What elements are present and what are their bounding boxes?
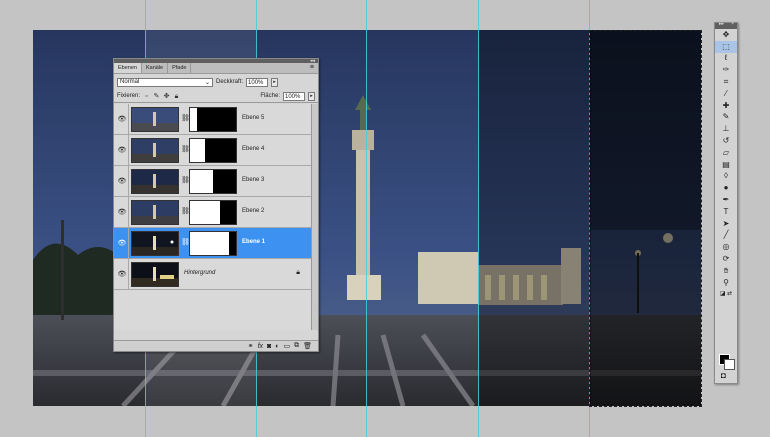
chevron-down-icon: ⌄ (204, 79, 210, 86)
new-layer-icon[interactable]: ⧉ (294, 342, 299, 350)
layer-thumbnail (131, 169, 179, 194)
crop-tool-icon[interactable]: ⌗ (715, 76, 737, 88)
tools-panel: ▸▸ × ✥ ⬚ ℓ ✑ ⌗ ⁄ ✚ ✎ ⊥ ↺ ▱ ▤ ◊ ● ✒ T ➤ ╱ … (714, 21, 738, 384)
eye-icon[interactable]: 👁︎ (116, 166, 129, 196)
layer-thumbnail (131, 262, 179, 287)
background-color-swatch[interactable] (724, 359, 735, 370)
brush-tool-icon[interactable]: ✎ (715, 112, 737, 124)
eye-icon[interactable]: 👁︎ (116, 135, 129, 165)
guide-line[interactable] (366, 0, 367, 437)
layer-row[interactable]: 👁︎ ⛓︎ Ebene 4 (114, 135, 318, 166)
tools-titlebar[interactable]: ▸▸ × (715, 21, 737, 29)
layer-row[interactable]: 👁︎ ⛓︎ Ebene 5 (114, 104, 318, 135)
default-colors-icon[interactable]: ◪ ⇄ (715, 289, 737, 301)
trash-icon[interactable]: 🗑︎ (303, 342, 312, 350)
mask-fill (190, 232, 230, 255)
blend-mode-select[interactable]: Normal ⌄ (117, 77, 213, 87)
eye-icon[interactable]: 👁︎ (116, 197, 129, 227)
mask-icon[interactable]: ◙ (267, 343, 271, 350)
layer-name[interactable]: Ebene 2 (242, 208, 264, 214)
layer-mask-thumbnail[interactable] (189, 231, 237, 256)
layer-name[interactable]: Ebene 1 (242, 239, 265, 245)
collapse-icon[interactable]: ▸▸ (719, 21, 724, 27)
layer-thumbnail (131, 231, 179, 256)
guide-line[interactable] (478, 0, 479, 437)
lock-label: Fixieren: (117, 93, 141, 99)
layer-thumbnail (131, 200, 179, 225)
zoom-tool-icon[interactable]: ⚲ (715, 277, 737, 289)
opacity-slider-button[interactable]: ▸ (271, 77, 279, 87)
mask-fill (190, 139, 206, 162)
panel-tabs: Ebenen Kanäle Pfade ≡ (114, 63, 318, 74)
layer-mask-thumbnail[interactable] (189, 107, 237, 132)
path-select-tool-icon[interactable]: ➤ (715, 218, 737, 230)
fill-slider-button[interactable]: ▸ (308, 91, 315, 101)
opacity-input[interactable]: 100% (246, 77, 269, 87)
blur-tool-icon[interactable]: ◊ (715, 171, 737, 183)
healing-tool-icon[interactable]: ✚ (715, 100, 737, 112)
dodge-tool-icon[interactable]: ● (715, 182, 737, 194)
lasso-tool-icon[interactable]: ℓ (715, 53, 737, 65)
layer-mask-thumbnail[interactable] (189, 169, 237, 194)
eye-icon[interactable]: 👁︎ (116, 259, 129, 289)
lock-position-icon[interactable]: ✥ (163, 93, 170, 100)
adjustment-icon[interactable]: ◐ (275, 343, 279, 350)
type-tool-icon[interactable]: T (715, 206, 737, 218)
gradient-tool-icon[interactable]: ▤ (715, 159, 737, 171)
close-icon[interactable]: × (731, 21, 734, 27)
marquee-selection[interactable] (589, 30, 702, 407)
history-brush-tool-icon[interactable]: ↺ (715, 135, 737, 147)
folder-icon[interactable]: ▭ (283, 342, 290, 350)
layer-mask-thumbnail[interactable] (189, 200, 237, 225)
stamp-tool-icon[interactable]: ⊥ (715, 123, 737, 135)
opacity-label: Deckkraft: (216, 79, 244, 85)
layer-name[interactable]: Ebene 4 (242, 146, 264, 152)
eye-icon[interactable]: 👁︎ (116, 228, 129, 258)
blend-mode-value: Normal (120, 79, 140, 85)
layer-row[interactable]: 👁︎ Hintergrund 🔒︎ (114, 259, 318, 290)
3d-rotate-tool-icon[interactable]: ◎ (715, 241, 737, 253)
lock-transparency-icon[interactable]: ▫ (143, 93, 150, 100)
3d-orbit-tool-icon[interactable]: ⟳ (715, 253, 737, 265)
layer-thumbnail (131, 107, 179, 132)
link-icon[interactable]: ⚭ (248, 342, 254, 350)
layer-mask-thumbnail[interactable] (189, 138, 237, 163)
layer-row[interactable]: 👁︎ ⛓︎ Ebene 2 (114, 197, 318, 228)
eraser-tool-icon[interactable]: ▱ (715, 147, 737, 159)
shape-tool-icon[interactable]: ╱ (715, 230, 737, 242)
mask-fill (190, 201, 221, 224)
quick-select-tool-icon[interactable]: ✑ (715, 64, 737, 76)
layer-name[interactable]: Ebene 5 (242, 115, 264, 121)
scrollbar[interactable] (311, 104, 318, 330)
layers-panel: ◂◂ Ebenen Kanäle Pfade ≡ Normal ⌄ Deckkr… (113, 58, 319, 352)
hand-tool-icon[interactable]: ✋︎ (715, 265, 737, 277)
mask-fill (190, 108, 197, 131)
pen-tool-icon[interactable]: ✒ (715, 194, 737, 206)
layer-row-selected[interactable]: 👁︎ ⛓︎ Ebene 1 (114, 228, 318, 259)
layer-name[interactable]: Ebene 3 (242, 177, 264, 183)
fx-icon[interactable]: fx (258, 343, 263, 350)
mask-fill (190, 170, 213, 193)
move-tool-icon[interactable]: ✥ (715, 29, 737, 41)
lock-icon: 🔒︎ (296, 269, 300, 276)
tab-channels[interactable]: Kanäle (142, 63, 169, 73)
panel-menu-icon[interactable]: ≡ (310, 63, 314, 72)
lock-all-icon[interactable]: 🔒︎ (173, 93, 180, 100)
eye-icon[interactable]: 👁︎ (116, 104, 129, 134)
layer-thumbnail (131, 138, 179, 163)
fill-label: Fläche: (260, 93, 280, 99)
layer-row[interactable]: 👁︎ ⛓︎ Ebene 3 (114, 166, 318, 197)
eyedropper-tool-icon[interactable]: ⁄ (715, 88, 737, 100)
lock-pixels-icon[interactable]: ✎ (153, 93, 160, 100)
tab-paths[interactable]: Pfade (168, 63, 192, 73)
layer-list: 👁︎ ⛓︎ Ebene 5 👁︎ ⛓︎ Ebene 4 👁︎ ⛓︎ Ebene … (114, 104, 318, 330)
fill-input[interactable]: 100% (283, 91, 305, 101)
quick-mask-icon[interactable]: ◘ (721, 371, 726, 380)
tab-layers[interactable]: Ebenen (114, 63, 142, 73)
marquee-tool-icon[interactable]: ⬚ (715, 40, 737, 53)
panel-footer: ⚭ fx ◙ ◐ ▭ ⧉ 🗑︎ (114, 340, 318, 351)
layer-name[interactable]: Hintergrund (184, 270, 215, 276)
